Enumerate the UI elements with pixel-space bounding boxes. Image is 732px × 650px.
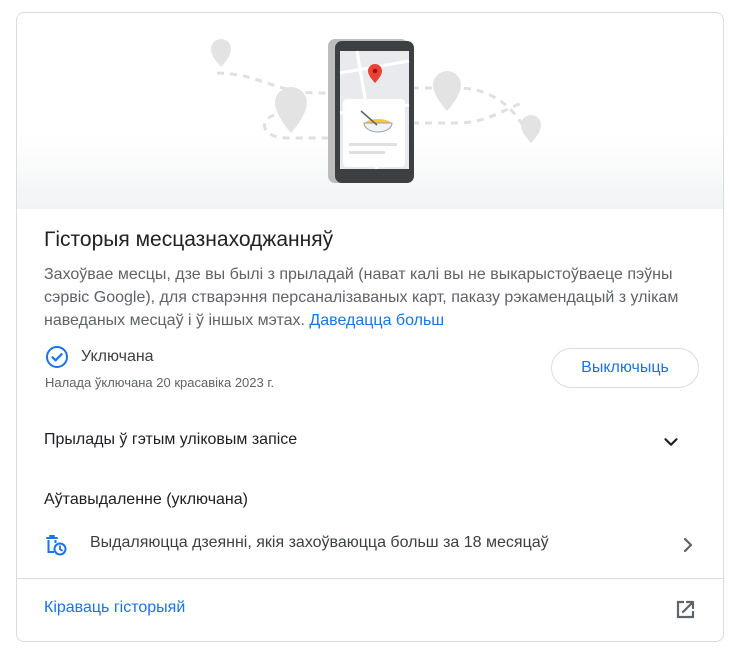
learn-more-link[interactable]: Даведацца больш — [309, 312, 444, 329]
turn-off-button[interactable]: Выключыць — [551, 348, 699, 388]
devices-expander[interactable]: Прылады ў гэтым уліковым запісе — [17, 417, 723, 465]
hero-illustration — [17, 13, 723, 209]
phone-map-illustration — [211, 39, 541, 183]
auto-delete-icon — [46, 535, 67, 556]
open-in-new-icon[interactable] — [673, 598, 697, 622]
description: Захоўвае месцы, дзе вы былі з прыладай (… — [44, 263, 704, 332]
status-label: Уключана — [81, 348, 154, 365]
chevron-right-icon — [683, 537, 693, 553]
auto-delete-text: Выдаляюцца дзеянні, якія захоўваюцца бол… — [90, 534, 549, 551]
auto-delete-row[interactable]: Выдаляюцца дзеянні, якія захоўваюцца бол… — [17, 523, 723, 569]
status-date: Налада ўключана 20 красавіка 2023 г. — [45, 375, 275, 390]
auto-delete-title: Аўтавыдаленне (уключана) — [44, 491, 248, 508]
manage-history-row[interactable]: Кіраваць гісторыяй — [17, 579, 723, 641]
manage-history-link[interactable]: Кіраваць гісторыяй — [44, 599, 185, 617]
page-title: Гісторыя месцазнаходжанняў — [44, 228, 334, 251]
devices-label: Прылады ў гэтым уліковым запісе — [44, 431, 298, 448]
check-circle-icon — [46, 346, 68, 368]
chevron-down-icon[interactable] — [660, 431, 682, 453]
phone-icon — [328, 39, 414, 183]
location-history-card: Гісторыя месцазнаходжанняў Захоўвае месц… — [16, 12, 724, 642]
